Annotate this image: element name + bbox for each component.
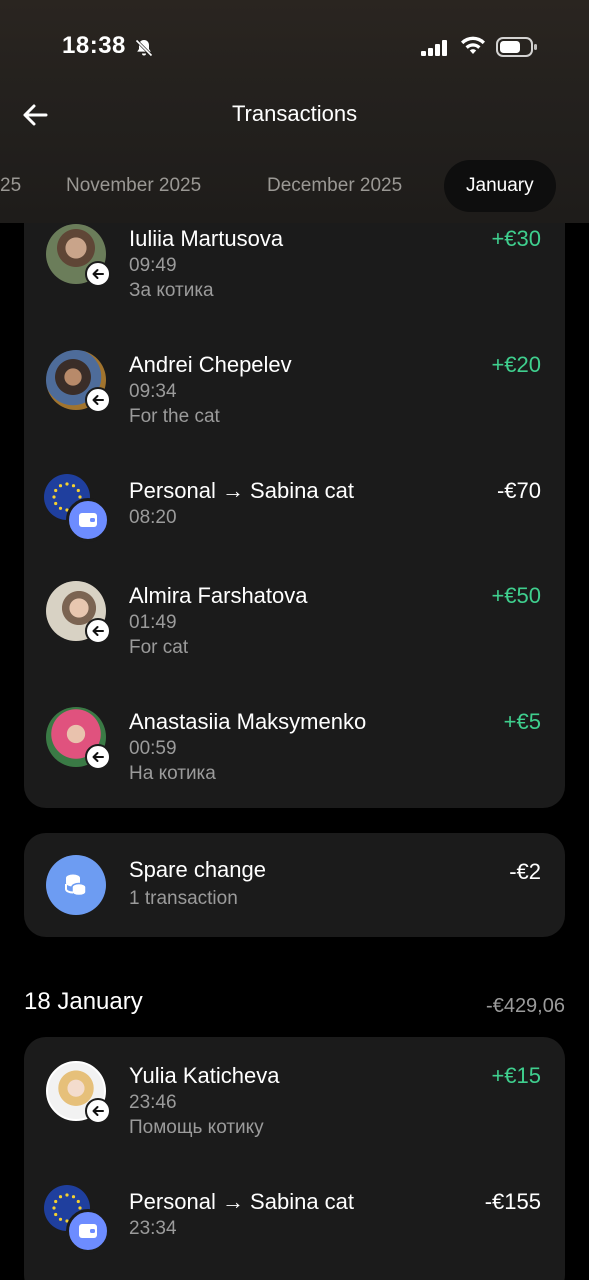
incoming-arrow-icon — [85, 1098, 111, 1124]
transaction-amount: +€5 — [503, 709, 541, 734]
spare-change-label: Spare change — [129, 857, 266, 882]
incoming-arrow-icon — [85, 618, 111, 644]
transaction-note: Помощь котику — [129, 1117, 264, 1138]
transaction-row[interactable]: Anastasiia Maksymenko 00:59 На котика +€… — [24, 707, 565, 833]
transaction-amount: +€50 — [491, 583, 541, 608]
transaction-amount: +€30 — [491, 226, 541, 251]
transaction-name: Anastasiia Maksymenko — [129, 709, 367, 734]
transaction-name: Personal → Sabina cat — [129, 478, 355, 503]
transaction-row[interactable]: Andrei Chepelev 09:34 For the cat +€20 — [24, 350, 565, 476]
spare-change-card[interactable]: Spare change 1 transaction -€2 — [24, 833, 565, 937]
wallet-icon — [66, 498, 110, 542]
coins-icon — [46, 855, 106, 915]
transaction-amount: -€70 — [496, 478, 541, 503]
transaction-time: 23:46 — [129, 1092, 177, 1113]
incoming-arrow-icon — [85, 387, 111, 413]
battery-icon — [496, 37, 537, 57]
transaction-name: Personal → Sabina cat — [129, 1189, 355, 1214]
transaction-name: Iuliia Martusova — [129, 226, 284, 251]
spare-change-amount: -€2 — [509, 859, 541, 884]
transaction-amount: +€20 — [491, 352, 541, 377]
status-bar: 18:38 — [0, 30, 589, 66]
tab-january[interactable]: January — [444, 160, 556, 212]
date-total: -€429,06 — [486, 995, 565, 1017]
nav-row: Transactions — [0, 96, 589, 136]
wifi-icon — [461, 36, 485, 54]
month-tabs: 25 November 2025 December 2025 January — [0, 160, 589, 212]
tab-month-partial[interactable]: 25 — [0, 160, 21, 212]
incoming-arrow-icon — [85, 261, 111, 287]
tab-december-2025[interactable]: December 2025 — [267, 160, 402, 212]
spare-change-count: 1 transaction — [129, 888, 238, 909]
top-header: 18:38 Transactions 25 November 2025 Dece… — [0, 0, 589, 223]
transaction-name: Yulia Katicheva — [129, 1063, 280, 1088]
transaction-row[interactable]: Iuliia Martusova 09:49 За котика +€30 — [24, 224, 565, 350]
transactions-screen: Iuliia Martusova 09:49 За котика +€30 An… — [0, 0, 589, 1280]
transaction-row[interactable]: Personal → Sabina cat 23:34 -€155 — [24, 1185, 565, 1280]
transaction-time: 00:59 — [129, 738, 177, 759]
transactions-card-1: Iuliia Martusova 09:49 За котика +€30 An… — [24, 160, 565, 808]
transaction-time: 23:34 — [129, 1218, 177, 1239]
wallet-icon — [66, 1209, 110, 1253]
bell-muted-icon — [135, 39, 153, 57]
transaction-row[interactable]: Yulia Katicheva 23:46 Помощь котику +€15 — [24, 1061, 565, 1187]
incoming-arrow-icon — [85, 744, 111, 770]
transaction-name: Almira Farshatova — [129, 583, 308, 608]
transaction-name: Andrei Chepelev — [129, 352, 292, 377]
transaction-note: For cat — [129, 637, 189, 658]
transaction-note: На котика — [129, 763, 216, 784]
tab-november-2025[interactable]: November 2025 — [66, 160, 201, 212]
page-title: Transactions — [231, 101, 358, 126]
transaction-amount: +€15 — [491, 1063, 541, 1088]
status-time: 18:38 — [62, 32, 126, 59]
transactions-card-2: Yulia Katicheva 23:46 Помощь котику +€15 — [24, 1037, 565, 1280]
transaction-time: 08:20 — [129, 507, 177, 528]
transaction-amount: -€155 — [484, 1189, 541, 1214]
transaction-time: 09:34 — [129, 381, 177, 402]
transaction-row[interactable]: Almira Farshatova 01:49 For cat +€50 — [24, 581, 565, 707]
transaction-note: За котика — [129, 280, 214, 301]
transaction-time: 09:49 — [129, 255, 177, 276]
date-heading: 18 January — [24, 988, 143, 1015]
transaction-note: For the cat — [129, 406, 220, 427]
cellular-signal-icon — [421, 40, 447, 56]
transaction-time: 01:49 — [129, 612, 177, 633]
